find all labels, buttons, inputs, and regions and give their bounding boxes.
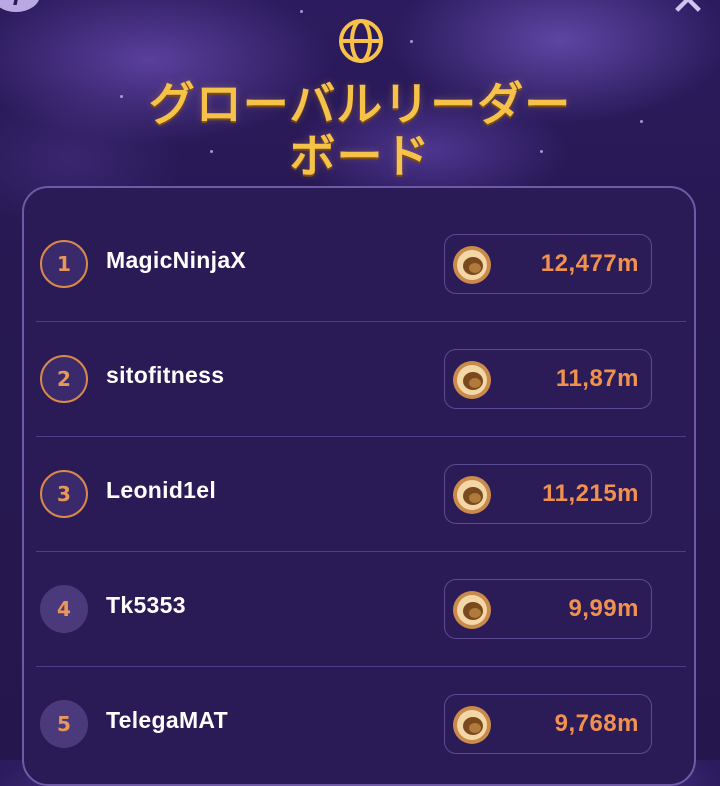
page-title: グローバルリーダー ボード — [0, 78, 720, 182]
leaderboard-row[interactable]: 4 Tk5353 9,99m — [36, 552, 686, 667]
coin-icon — [453, 706, 491, 744]
score-box: 9,768m — [444, 694, 652, 754]
star — [410, 40, 413, 43]
player-name: Tk5353 — [106, 592, 186, 618]
page-title-line-2: ボード — [289, 129, 431, 183]
close-button[interactable]: ✕ — [668, 0, 708, 23]
score-value: 9,768m — [554, 710, 639, 737]
player-name: TelegaMAT — [106, 707, 228, 733]
coin-icon — [453, 591, 491, 629]
score-value: 9,99m — [568, 595, 639, 622]
close-icon: ✕ — [669, 0, 707, 26]
rank-badge: 2 — [40, 355, 88, 403]
score-box: 11,215m — [444, 464, 652, 524]
leaderboard-row[interactable]: 1 MagicNinjaX 12,477m — [36, 207, 686, 322]
page-title-line-1: グローバルリーダー — [148, 77, 572, 131]
player-name: Leonid1el — [106, 477, 217, 503]
info-button[interactable]: i — [0, 0, 40, 12]
leaderboard-row[interactable]: 5 TelegaMAT 9,768m — [36, 667, 686, 760]
score-value: 12,477m — [540, 250, 639, 277]
rank-badge: 1 — [40, 240, 88, 288]
globe-icon — [339, 19, 383, 63]
star — [300, 10, 303, 13]
score-box: 11,87m — [444, 349, 652, 409]
coin-icon — [453, 476, 491, 514]
info-icon: i — [13, 0, 20, 10]
score-value: 11,87m — [555, 365, 639, 392]
coin-icon — [453, 361, 491, 399]
player-name: sitofitness — [106, 362, 225, 388]
leaderboard-row[interactable]: 3 Leonid1el 11,215m — [36, 437, 686, 552]
coin-icon — [453, 246, 491, 284]
score-box: 9,99m — [444, 579, 652, 639]
rank-badge: 4 — [40, 585, 88, 633]
rank-badge: 3 — [40, 470, 88, 518]
score-box: 12,477m — [444, 234, 652, 294]
leaderboard-row[interactable]: 2 sitofitness 11,87m — [36, 322, 686, 437]
score-value: 11,215m — [542, 480, 639, 507]
rank-badge: 5 — [40, 700, 88, 748]
player-name: MagicNinjaX — [106, 247, 247, 273]
